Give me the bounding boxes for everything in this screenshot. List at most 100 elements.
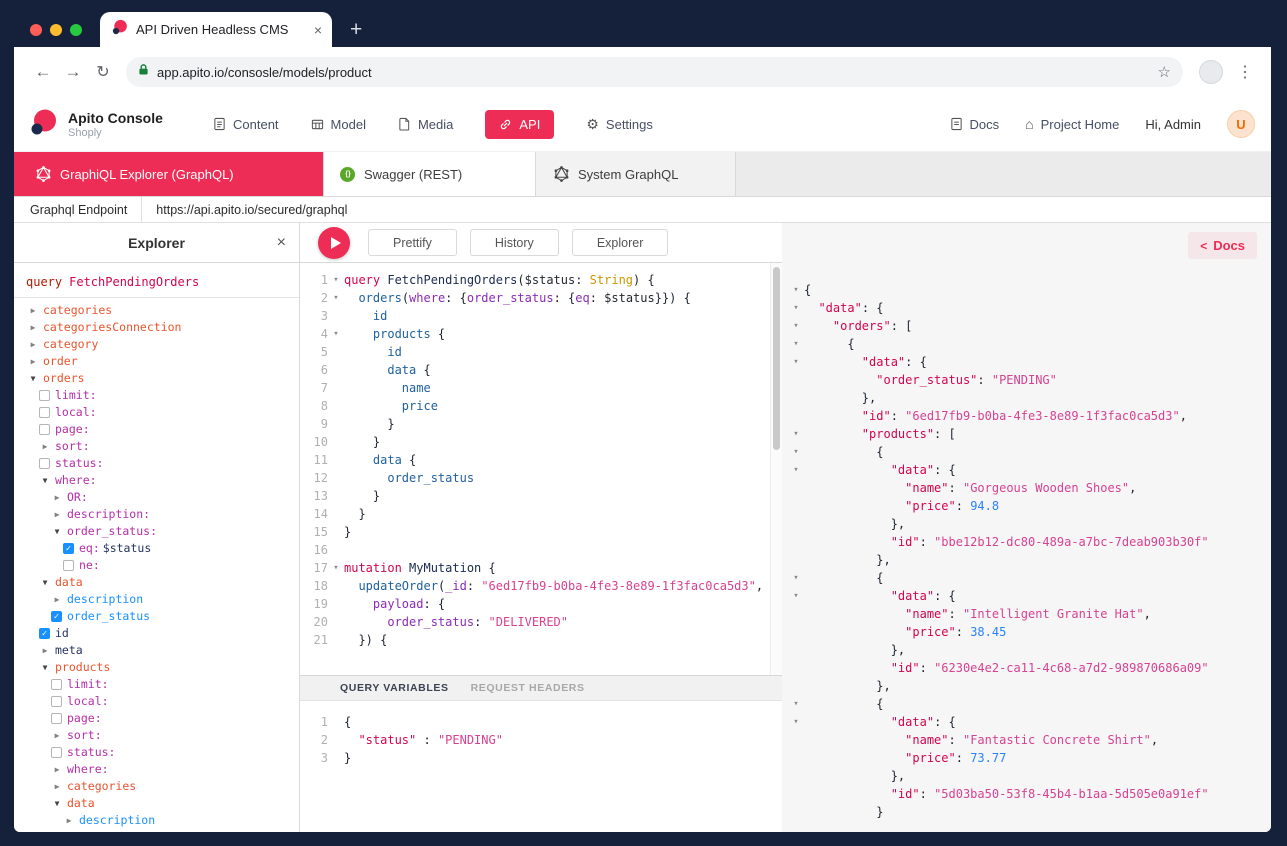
query-editor[interactable]: 1 ▾ query FetchPendingOrders($status: Stri…	[300, 263, 782, 675]
collapse-arrow-icon[interactable]: ▼	[50, 523, 64, 540]
brand[interactable]: Apito Console Shoply	[30, 108, 213, 141]
fold-arrow-icon[interactable]: ▾	[788, 299, 804, 317]
field-checkbox[interactable]	[51, 679, 62, 690]
variables-editor[interactable]: 1{2 "status" : "PENDING" 3}	[300, 701, 782, 832]
explorer-tree-item[interactable]: local:	[24, 693, 299, 710]
collapse-arrow-icon[interactable]: ▼	[26, 370, 40, 387]
new-tab-button[interactable]: +	[350, 18, 362, 42]
nav-media[interactable]: Media	[398, 117, 453, 132]
browser-profile-avatar[interactable]	[1199, 60, 1223, 84]
reload-button[interactable]: ↻	[88, 62, 118, 82]
nav-api[interactable]: API	[485, 109, 555, 139]
history-button[interactable]: History	[469, 229, 559, 256]
docs-link[interactable]: Docs	[950, 117, 999, 132]
fold-arrow-icon[interactable]: ▾	[788, 461, 804, 479]
explorer-tree-item[interactable]: ▶ OR:	[24, 489, 299, 506]
explorer-tree-item[interactable]: limit:	[24, 676, 299, 693]
explorer-tree-item[interactable]: ▶ categories	[24, 302, 299, 319]
window-zoom-button[interactable]	[70, 23, 82, 36]
expand-arrow-icon[interactable]: ▶	[50, 778, 64, 795]
browser-tab[interactable]: API Driven Headless CMS ×	[100, 12, 332, 47]
explorer-tree-item[interactable]: ▶ categories	[24, 778, 299, 795]
tab-query-variables[interactable]: QUERY VARIABLES	[340, 682, 449, 694]
explorer-tree-item[interactable]: ▶ meta	[24, 642, 299, 659]
expand-arrow-icon[interactable]: ▶	[38, 642, 52, 659]
fold-arrow-icon[interactable]: ▾	[788, 335, 804, 353]
scrollbar-thumb[interactable]	[773, 267, 780, 450]
explorer-tree-item[interactable]: ▶ categoriesConnection	[24, 319, 299, 336]
expand-arrow-icon[interactable]: ▶	[50, 489, 64, 506]
fold-arrow-icon[interactable]: ▾	[788, 317, 804, 335]
tab-swagger[interactable]: Swagger (REST)	[324, 152, 536, 196]
explorer-tree-item[interactable]: ▼ data	[24, 795, 299, 812]
fold-arrow-icon[interactable]: ▾	[788, 443, 804, 461]
explorer-tree-item[interactable]: limit:	[24, 387, 299, 404]
fold-arrow-icon[interactable]: ▾	[788, 353, 804, 371]
explorer-tree-item[interactable]: ✓ eq: $status	[24, 540, 299, 557]
fold-arrow-icon[interactable]: ▾	[328, 271, 344, 289]
field-checkbox[interactable]	[39, 407, 50, 418]
tab-system-graphql[interactable]: System GraphQL	[536, 152, 736, 196]
explorer-tree-item[interactable]: ▼ orders	[24, 370, 299, 387]
user-avatar[interactable]: U	[1227, 110, 1255, 138]
editor-scrollbar[interactable]	[770, 263, 782, 675]
expand-arrow-icon[interactable]: ▶	[62, 812, 76, 829]
collapse-arrow-icon[interactable]: ▼	[38, 659, 52, 676]
explorer-tree-item[interactable]: ▼ where:	[24, 472, 299, 489]
field-checkbox[interactable]	[51, 747, 62, 758]
expand-arrow-icon[interactable]: ▶	[50, 727, 64, 744]
field-checkbox[interactable]	[63, 560, 74, 571]
fold-arrow-icon[interactable]: ▾	[788, 587, 804, 605]
fold-arrow-icon[interactable]: ▾	[328, 325, 344, 343]
explorer-tree-item[interactable]: ▶ sort:	[24, 438, 299, 455]
fold-arrow-icon[interactable]: ▾	[328, 289, 344, 307]
explorer-tree-item[interactable]: ▶ description	[24, 591, 299, 608]
browser-menu-icon[interactable]: ⋮	[1231, 62, 1259, 82]
collapse-arrow-icon[interactable]: ▼	[38, 574, 52, 591]
expand-arrow-icon[interactable]: ▶	[26, 302, 40, 319]
expand-arrow-icon[interactable]: ▶	[26, 319, 40, 336]
forward-button[interactable]: →	[58, 62, 88, 82]
explorer-tree-item[interactable]: ▶ where:	[24, 761, 299, 778]
fold-arrow-icon[interactable]: ▾	[788, 713, 804, 731]
fold-arrow-icon[interactable]: ▾	[788, 281, 804, 299]
field-checkbox[interactable]	[51, 696, 62, 707]
tab-close-icon[interactable]: ×	[314, 22, 322, 38]
explorer-tree-item[interactable]: local:	[24, 404, 299, 421]
field-checkbox[interactable]: ✓	[63, 543, 74, 554]
explorer-tree-item[interactable]: status:	[24, 744, 299, 761]
execute-button[interactable]	[318, 226, 350, 259]
explorer-tree-item[interactable]: status:	[24, 455, 299, 472]
expand-arrow-icon[interactable]: ▶	[26, 336, 40, 353]
explorer-close-icon[interactable]: ×	[277, 234, 286, 252]
field-checkbox[interactable]	[51, 713, 62, 724]
fold-arrow-icon[interactable]: ▾	[788, 695, 804, 713]
tab-request-headers[interactable]: REQUEST HEADERS	[471, 682, 585, 694]
field-checkbox[interactable]	[39, 458, 50, 469]
window-minimize-button[interactable]	[50, 23, 62, 36]
expand-arrow-icon[interactable]: ▶	[26, 353, 40, 370]
expand-arrow-icon[interactable]: ▶	[50, 761, 64, 778]
explorer-toggle-button[interactable]: Explorer	[571, 229, 669, 256]
docs-toggle-button[interactable]: < Docs	[1188, 232, 1257, 259]
explorer-tree-item[interactable]: ▶ description	[24, 812, 299, 829]
explorer-tree-item[interactable]: ✓ order_status	[24, 608, 299, 625]
url-bar[interactable]: app.apito.io/consosle/models/product ☆	[126, 57, 1183, 87]
explorer-tree-item[interactable]: ▼ products	[24, 659, 299, 676]
field-checkbox[interactable]	[39, 424, 50, 435]
collapse-arrow-icon[interactable]: ▼	[50, 795, 64, 812]
expand-arrow-icon[interactable]: ▶	[50, 591, 64, 608]
explorer-tree-item[interactable]: ▶ sort:	[24, 727, 299, 744]
fold-arrow-icon[interactable]: ▾	[788, 569, 804, 587]
collapse-arrow-icon[interactable]: ▼	[38, 472, 52, 489]
field-checkbox[interactable]: ✓	[39, 628, 50, 639]
nav-settings[interactable]: ⚙ Settings	[586, 117, 653, 132]
explorer-tree-item[interactable]: page:	[24, 421, 299, 438]
field-checkbox[interactable]	[39, 390, 50, 401]
expand-arrow-icon[interactable]: ▶	[38, 438, 52, 455]
explorer-tree-item[interactable]: ✓ id	[24, 625, 299, 642]
explorer-tree-item[interactable]: page:	[24, 710, 299, 727]
prettify-button[interactable]: Prettify	[368, 229, 457, 256]
tab-graphiql-explorer[interactable]: GraphiQL Explorer (GraphQL)	[14, 152, 324, 196]
expand-arrow-icon[interactable]: ▶	[50, 506, 64, 523]
